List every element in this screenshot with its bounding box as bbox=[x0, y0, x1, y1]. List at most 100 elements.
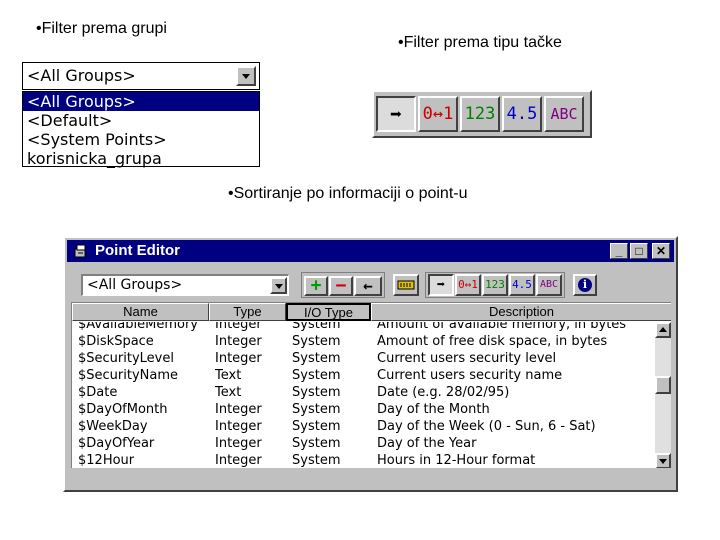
table-row[interactable]: $12Hour Integer System Hours in 12-Hour for… bbox=[72, 453, 656, 468]
real-icon: 4.5 bbox=[512, 278, 532, 291]
cell-name: $SecurityName bbox=[78, 368, 179, 383]
column-header-type[interactable]: Type bbox=[209, 303, 286, 321]
window-group-value: <All Groups> bbox=[87, 277, 183, 293]
text-icon: ABC bbox=[550, 105, 578, 123]
table-row[interactable]: $Date Text System Date (e.g. 28/02/95) bbox=[72, 385, 656, 402]
group-option-system-points[interactable]: <System Points> bbox=[23, 130, 259, 149]
add-point-button[interactable]: + bbox=[304, 276, 328, 296]
cell-io-type: System bbox=[292, 402, 341, 417]
cell-description: Amount of free disk space, in bytes bbox=[377, 334, 608, 349]
scroll-down-button[interactable] bbox=[655, 453, 671, 468]
cell-io-type: System bbox=[292, 322, 341, 332]
caption-group-filter: •Filter prema grupi bbox=[36, 20, 167, 37]
app-icon bbox=[74, 244, 86, 258]
cell-name: $AvailableMemory bbox=[78, 322, 198, 332]
cell-type: Integer bbox=[215, 351, 262, 366]
table-row[interactable]: $DayOfYear Integer System Day of the Year bbox=[72, 436, 656, 453]
minimize-button[interactable]: _ bbox=[610, 243, 628, 259]
cell-name: $Date bbox=[78, 385, 118, 400]
window-filter-digital-button[interactable]: 0↔1 bbox=[455, 274, 481, 296]
arrow-right-icon: ➡ bbox=[389, 102, 403, 126]
cell-type: Integer bbox=[215, 436, 262, 451]
arrow-right-icon: ➡ bbox=[436, 277, 446, 293]
cell-type: Integer bbox=[215, 419, 262, 434]
group-option-all[interactable]: <All Groups> bbox=[23, 92, 259, 111]
cell-description: Day of the Week (0 - Sun, 6 - Sat) bbox=[377, 419, 596, 434]
maximize-icon: □ bbox=[635, 244, 643, 258]
cell-io-type: System bbox=[292, 351, 341, 366]
remove-point-button[interactable]: − bbox=[329, 276, 353, 296]
table-row[interactable]: $SecurityLevel Integer System Current users… bbox=[72, 351, 656, 368]
digital-icon: 0↔1 bbox=[422, 104, 454, 124]
cell-type: Text bbox=[215, 385, 242, 400]
cell-description: Current users security level bbox=[377, 351, 557, 366]
cell-description: Day of the Month bbox=[377, 402, 490, 417]
chevron-down-icon bbox=[242, 74, 250, 79]
cell-type: Integer bbox=[215, 322, 262, 332]
back-button[interactable]: ← bbox=[354, 276, 382, 296]
cell-io-type: System bbox=[292, 385, 341, 400]
window-filter-all-button[interactable]: ➡ bbox=[428, 274, 454, 296]
window-filter-real-button[interactable]: 4.5 bbox=[509, 274, 535, 296]
caption-type-filter: •Filter prema tipu tačke bbox=[398, 34, 562, 51]
filter-all-button[interactable]: ➡ bbox=[376, 96, 416, 132]
info-icon: i bbox=[578, 278, 592, 292]
cell-io-type: System bbox=[292, 419, 341, 434]
cell-io-type: System bbox=[292, 334, 341, 349]
table-row[interactable]: $DayOfMonth Integer System Day of the Month bbox=[72, 402, 656, 419]
cell-name: $DayOfMonth bbox=[78, 402, 168, 417]
filter-integer-button[interactable]: 123 bbox=[460, 96, 500, 132]
arrow-left-icon: ← bbox=[363, 276, 373, 295]
cell-description: Amount of available memory, in bytes bbox=[377, 322, 627, 332]
table-row[interactable]: $AvailableMemory Integer System Amount of a… bbox=[72, 322, 656, 334]
text-icon: ABC bbox=[539, 279, 559, 290]
maximize-button[interactable]: □ bbox=[630, 243, 648, 259]
table-row[interactable]: $WeekDay Integer System Day of the Week (0 … bbox=[72, 419, 656, 436]
group-option-user-group[interactable]: korisnicka_grupa bbox=[23, 149, 259, 168]
filter-real-button[interactable]: 4.5 bbox=[502, 96, 542, 132]
window-title: Point Editor bbox=[95, 242, 180, 259]
integer-icon: 123 bbox=[464, 104, 496, 124]
integer-icon: 123 bbox=[485, 278, 505, 291]
window-filter-text-button[interactable]: ABC bbox=[536, 274, 562, 296]
title-bar[interactable]: Point Editor _ □ ✕ bbox=[67, 240, 674, 262]
memory-button[interactable] bbox=[393, 274, 419, 296]
caption-sorting: •Sortiranje po informaciji o point-u bbox=[228, 185, 468, 202]
close-button[interactable]: ✕ bbox=[652, 243, 670, 259]
table-row[interactable]: $SecurityName Text System Current users sec… bbox=[72, 368, 656, 385]
cell-name: $SecurityLevel bbox=[78, 351, 174, 366]
window-group-dropdown[interactable]: <All Groups> bbox=[81, 274, 289, 296]
digital-icon: 0↔1 bbox=[458, 278, 478, 291]
column-header-description[interactable]: Description bbox=[371, 303, 671, 321]
chevron-down-icon bbox=[659, 459, 667, 464]
real-icon: 4.5 bbox=[506, 104, 538, 124]
filter-text-button[interactable]: ABC bbox=[544, 96, 584, 132]
table-row[interactable]: $DiskSpace Integer System Amount of free di… bbox=[72, 334, 656, 351]
column-header-name[interactable]: Name bbox=[72, 303, 209, 321]
cell-name: $WeekDay bbox=[78, 419, 148, 434]
cell-name: $DayOfYear bbox=[78, 436, 155, 451]
info-button[interactable]: i bbox=[573, 274, 597, 296]
cell-io-type: System bbox=[292, 368, 341, 383]
memory-chip-icon bbox=[397, 280, 415, 290]
cell-io-type: System bbox=[292, 436, 341, 451]
cell-io-type: System bbox=[292, 453, 341, 468]
dropdown-arrow-button[interactable] bbox=[236, 66, 256, 86]
minus-icon: − bbox=[335, 275, 347, 296]
window-filter-integer-button[interactable]: 123 bbox=[482, 274, 508, 296]
table-body: $AvailableMemory Integer System Amount of a… bbox=[72, 322, 656, 468]
vertical-scrollbar[interactable] bbox=[655, 322, 671, 468]
scroll-thumb[interactable] bbox=[655, 376, 671, 394]
scroll-up-button[interactable] bbox=[655, 322, 671, 338]
cell-description: Current users security name bbox=[377, 368, 563, 383]
chevron-down-icon bbox=[274, 283, 283, 289]
window-dropdown-arrow[interactable] bbox=[270, 277, 287, 294]
column-header-io-type[interactable]: I/O Type bbox=[286, 303, 371, 321]
cell-type: Integer bbox=[215, 402, 262, 417]
group-filter-dropdown[interactable]: <All Groups> bbox=[22, 62, 260, 90]
cell-name: $12Hour bbox=[78, 453, 135, 468]
filter-digital-button[interactable]: 0↔1 bbox=[418, 96, 458, 132]
cell-name: $DiskSpace bbox=[78, 334, 154, 349]
group-option-default[interactable]: <Default> bbox=[23, 111, 259, 130]
cell-description: Day of the Year bbox=[377, 436, 477, 451]
